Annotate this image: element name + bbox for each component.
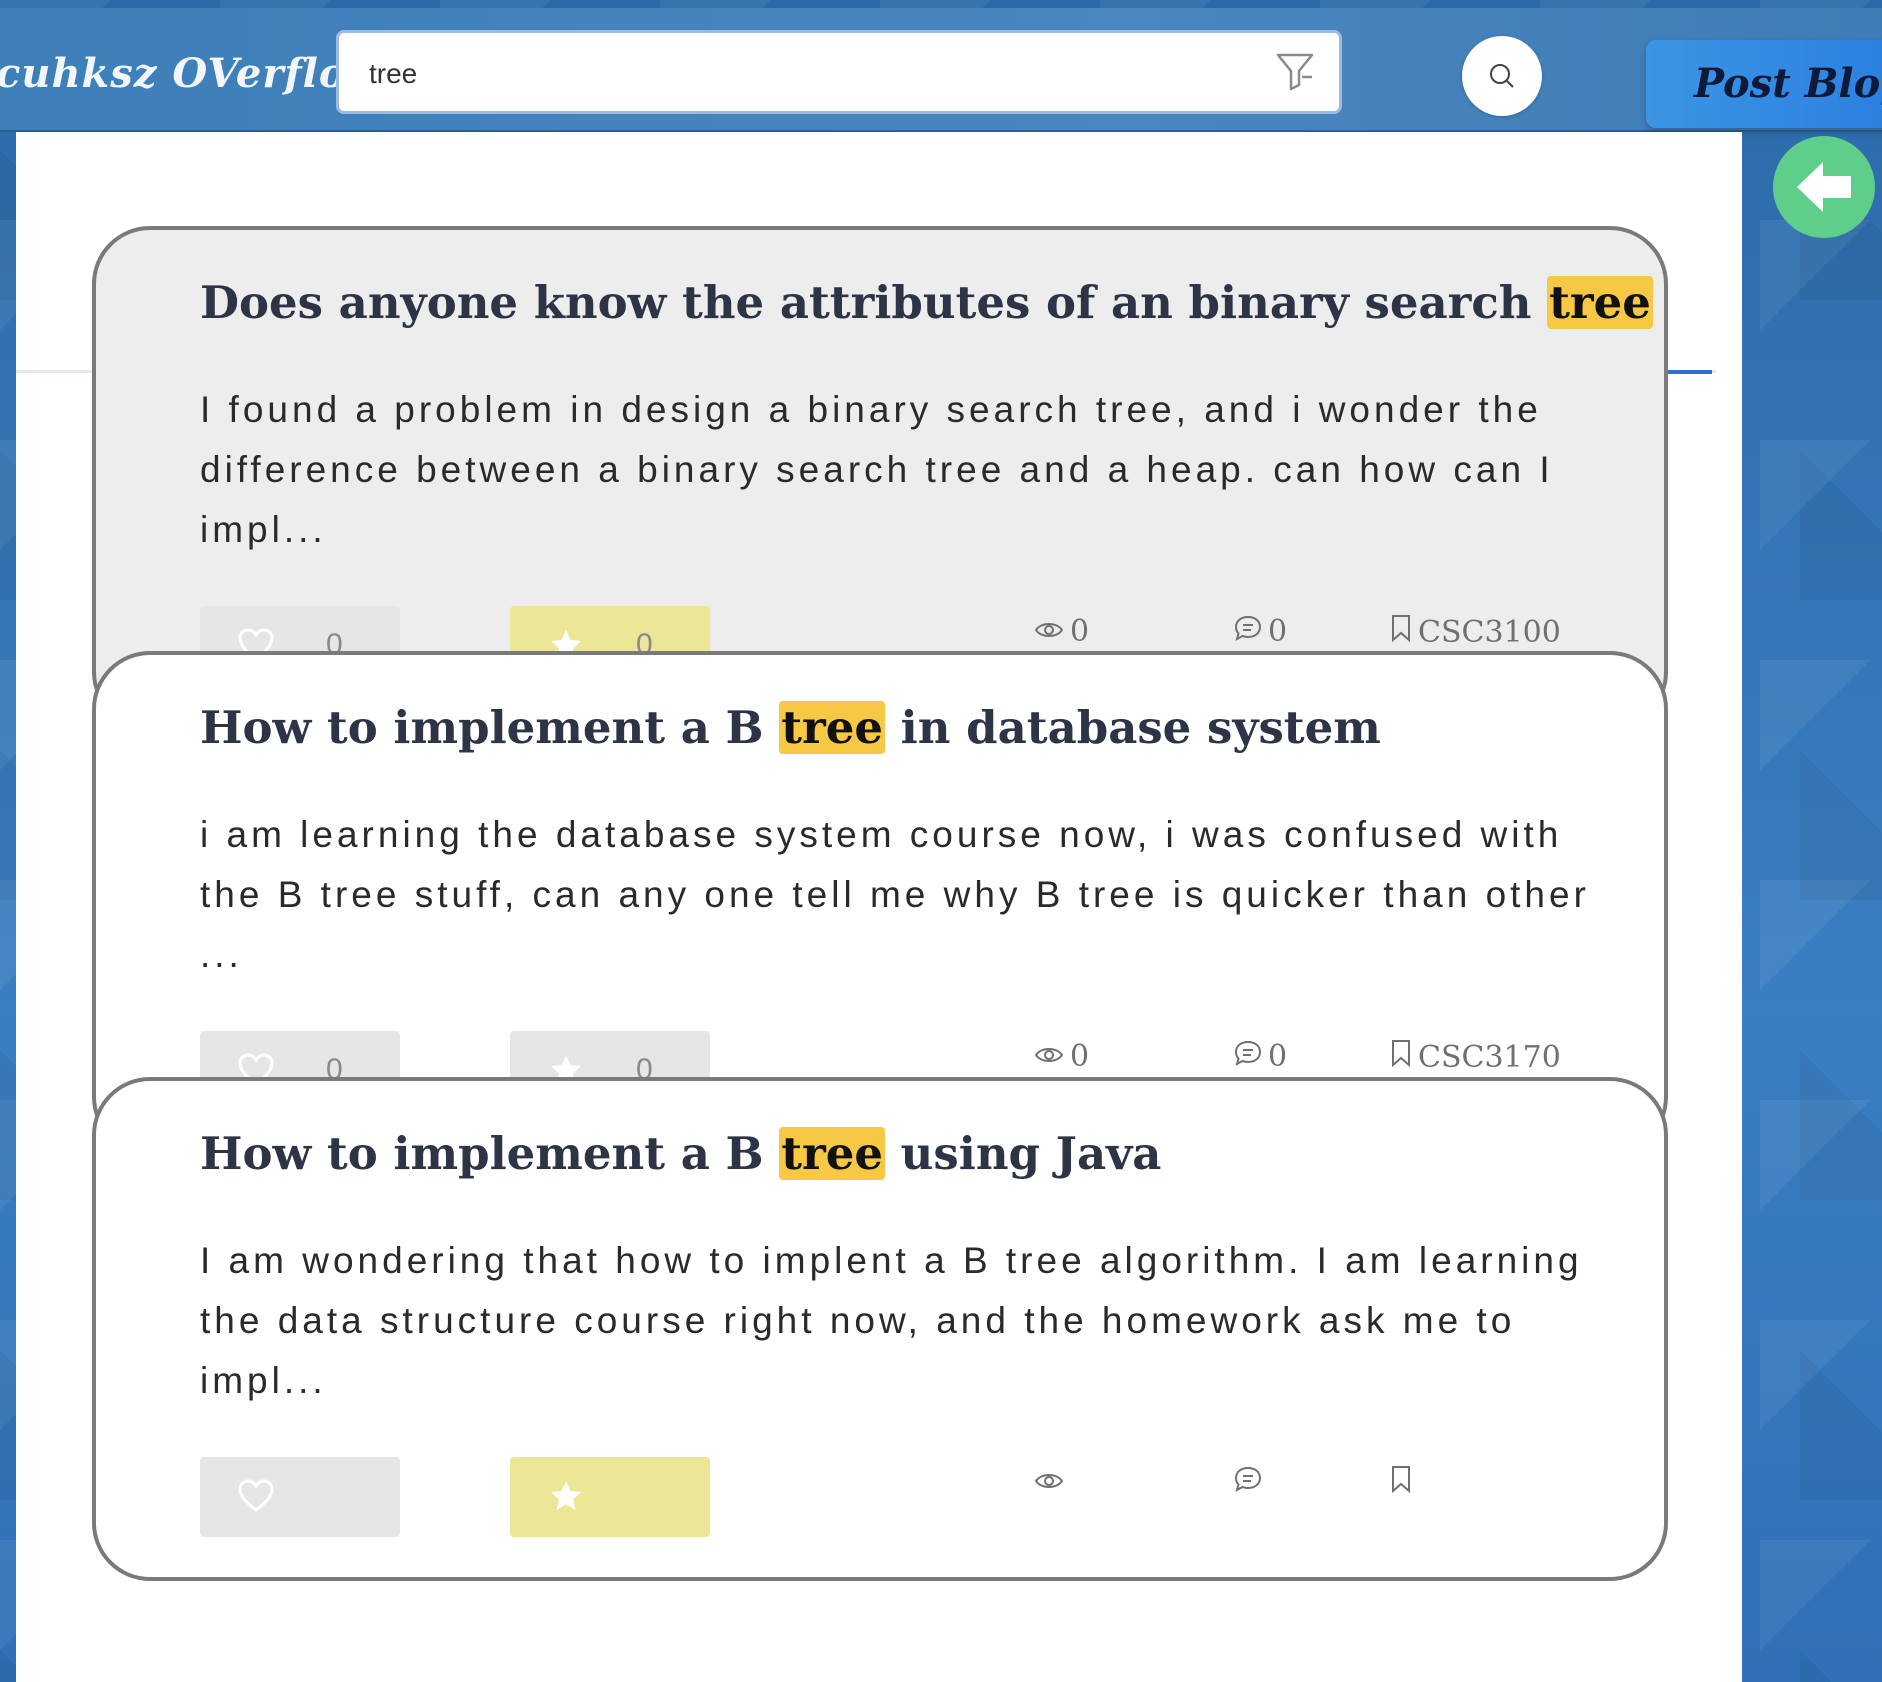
view-count: 0 — [1034, 1039, 1089, 1074]
eye-icon — [1034, 1465, 1064, 1500]
views-value: 0 — [1070, 614, 1090, 649]
comment-count[interactable]: 0 — [1234, 614, 1287, 649]
like-button[interactable] — [200, 1457, 400, 1537]
title-text: in database system — [885, 701, 1381, 754]
search-input[interactable] — [367, 51, 1251, 97]
comment-count[interactable]: 0 — [1234, 1039, 1287, 1074]
post-title[interactable]: Does anyone know the attributes of an bi… — [200, 276, 1653, 329]
comment-icon — [1234, 1465, 1262, 1500]
eye-icon — [1034, 614, 1064, 649]
bookmark-icon — [1390, 1039, 1412, 1075]
search-bar — [336, 30, 1342, 114]
bookmark-icon — [1390, 614, 1412, 650]
search-highlight: tree — [779, 1127, 886, 1180]
course-tag[interactable]: CSC3100 — [1390, 614, 1561, 650]
comments-value: 0 — [1268, 1039, 1288, 1074]
bookmark-icon — [1390, 1465, 1412, 1501]
comment-icon — [1234, 1039, 1262, 1074]
course-tag[interactable]: CSC3170 — [1390, 1039, 1561, 1075]
title-text: Does anyone know the attributes of an bi… — [200, 276, 1548, 329]
post-card[interactable]: How to implement a B tree using Java I am… — [92, 1077, 1668, 1581]
comment-icon — [1234, 614, 1262, 649]
post-title[interactable]: How to implement a B tree using Java — [200, 1127, 1600, 1180]
post-excerpt: I am wondering that how to implent a B t… — [200, 1240, 1583, 1401]
course-code: CSC3170 — [1418, 1039, 1561, 1075]
search-button[interactable] — [1462, 36, 1542, 116]
main-panel: Hot BlogsFollowed BlogsFollowed Partitio… — [16, 132, 1742, 1682]
post-blog-label: Post Blog — [1694, 60, 1882, 107]
title-text: How to implement a B — [200, 1127, 780, 1180]
search-highlight: tree — [779, 701, 886, 754]
search-highlight: tree — [1547, 276, 1653, 329]
view-count — [1034, 1465, 1070, 1500]
search-icon — [1490, 64, 1514, 88]
comments-value: 0 — [1268, 614, 1288, 649]
arrow-left-icon — [1797, 162, 1851, 212]
post-excerpt: i am learning the database system course… — [200, 814, 1590, 975]
post-title[interactable]: How to implement a B tree in database sy… — [200, 701, 1600, 754]
course-tag[interactable] — [1390, 1465, 1418, 1501]
title-text: How to implement a B — [200, 701, 780, 754]
course-code: CSC3100 — [1418, 614, 1561, 650]
views-value: 0 — [1070, 1039, 1090, 1074]
post-excerpt: I found a problem in design a binary sea… — [200, 389, 1554, 550]
site-logo[interactable]: cuhksz OVerflow — [0, 50, 382, 97]
top-header: cuhksz OVerflow Post Blog — [0, 8, 1882, 132]
filter-icon[interactable] — [1275, 51, 1315, 93]
comment-count[interactable] — [1234, 1465, 1268, 1500]
view-count: 0 — [1034, 614, 1089, 649]
back-button[interactable] — [1773, 136, 1875, 238]
eye-icon — [1034, 1039, 1064, 1074]
post-blog-button[interactable]: Post Blog — [1646, 40, 1882, 128]
star-button[interactable] — [510, 1457, 710, 1537]
title-text: using Java — [885, 1127, 1162, 1180]
